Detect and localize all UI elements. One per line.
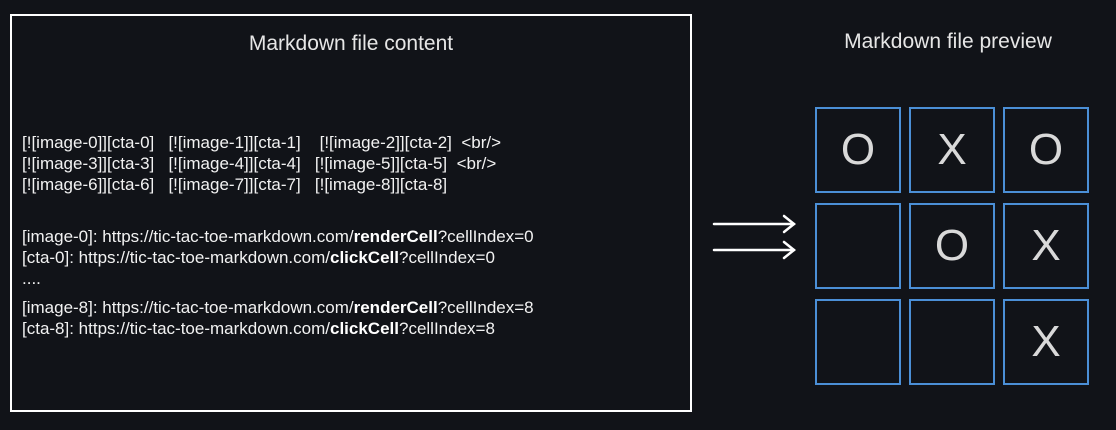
render-arrows [712,214,797,260]
x-mark: X [937,125,967,174]
board-cell-6[interactable] [815,299,901,385]
ellipsis-line: .... [22,269,41,288]
link-definition-line: [cta-0]: https://tic-tac-toe-markdown.co… [22,248,495,267]
link-definition-line: [image-0]: https://tic-tac-toe-markdown.… [22,227,534,246]
board-cell-3[interactable] [815,203,901,289]
content-panel-title: Markdown file content [248,32,454,55]
o-mark: O [934,221,970,270]
o-mark: O [1028,125,1064,174]
tic-tac-toe-board: OXOOXX [815,107,1089,385]
board-cell-0[interactable]: O [815,107,901,193]
board-cell-4[interactable]: O [909,203,995,289]
board-cell-8[interactable]: X [1003,299,1089,385]
board-cell-1[interactable]: X [909,107,995,193]
grid-markup-line-0: [![image-0]][cta-0] [![image-1]][cta-1] … [22,133,502,152]
board-cell-7[interactable] [909,299,995,385]
link-definition-line: [image-8]: https://tic-tac-toe-markdown.… [22,298,534,317]
arrow-icon [712,240,797,260]
x-mark: X [1031,317,1061,366]
markdown-content-panel: Markdown file content [![image-0]][cta-0… [10,14,692,412]
o-mark: O [840,125,876,174]
board-cell-2[interactable]: O [1003,107,1089,193]
arrow-icon [712,214,797,234]
board-cell-5[interactable]: X [1003,203,1089,289]
grid-markup-line-1: [![image-3]][cta-3] [![image-4]][cta-4] … [22,154,497,173]
preview-title: Markdown file preview [844,30,1052,53]
x-mark: X [1031,221,1061,270]
grid-markup-line-2: [![image-6]][cta-6] [![image-7]][cta-7] … [22,175,448,194]
link-definition-line: [cta-8]: https://tic-tac-toe-markdown.co… [22,319,495,338]
